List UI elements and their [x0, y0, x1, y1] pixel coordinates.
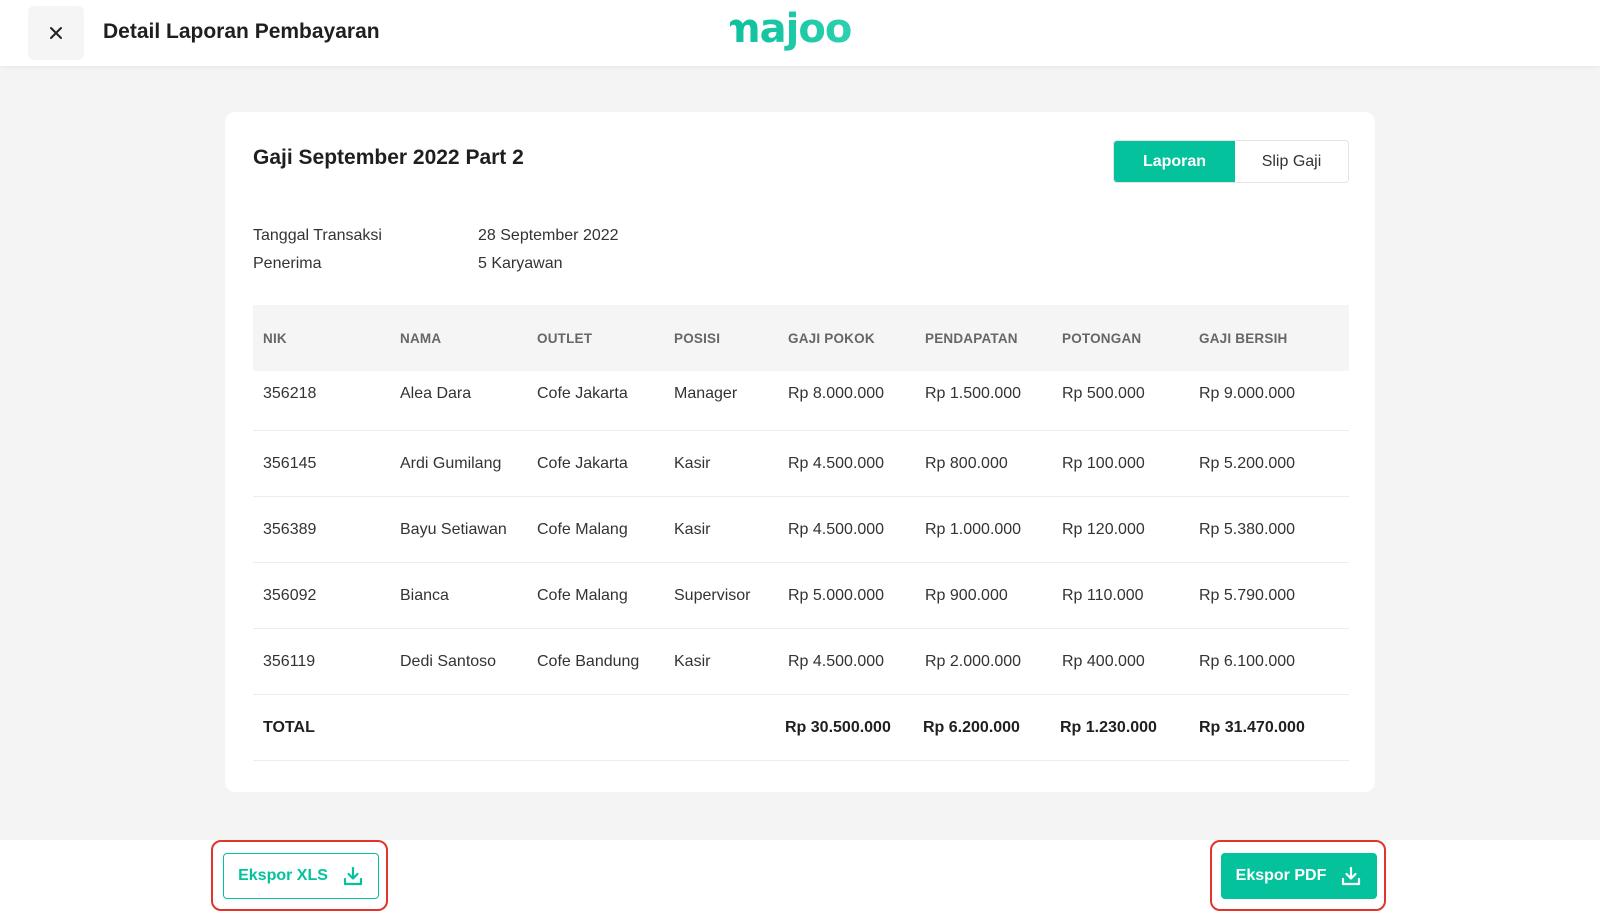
export-xls-button[interactable]: Ekspor XLS: [223, 853, 379, 899]
cell-gaji-bersih: Rp 6.100.000: [1199, 652, 1296, 670]
cell-nik: 356389: [263, 520, 317, 538]
cell-outlet: Cofe Malang: [537, 520, 628, 538]
table-row: 356389 Bayu Setiawan Cofe Malang Kasir R…: [253, 497, 1349, 563]
cell-potongan: Rp 400.000: [1062, 652, 1145, 670]
cell-pendapatan: Rp 1.500.000: [925, 385, 1022, 402]
column-header: GAJI POKOK: [788, 330, 875, 346]
view-toggle: Laporan Slip Gaji: [1113, 140, 1349, 183]
cell-posisi: Kasir: [674, 520, 711, 538]
top-bar: Detail Laporan Pembayaran majoo: [0, 0, 1600, 66]
cell-nik: 356218: [263, 385, 317, 402]
column-header: POTONGAN: [1062, 330, 1142, 346]
cell-potongan: Rp 110.000: [1062, 586, 1144, 604]
cell-nama: Bianca: [400, 586, 449, 604]
cell-nik: 356092: [263, 586, 317, 604]
tab-laporan[interactable]: Laporan: [1114, 141, 1235, 182]
table-total-row: TOTAL Rp 30.500.000 Rp 6.200.000 Rp 1.23…: [253, 695, 1349, 761]
download-icon: [1342, 866, 1361, 886]
cell-gaji-bersih: Rp 5.200.000: [1199, 454, 1296, 472]
cell-nik: 356119: [263, 652, 316, 670]
close-icon: [50, 27, 62, 39]
report-meta: Tanggal Transaksi 28 September 2022 Pene…: [253, 222, 619, 278]
report-card: Gaji September 2022 Part 2 Laporan Slip …: [225, 112, 1375, 792]
close-button[interactable]: [28, 6, 84, 60]
cell-pendapatan: Rp 800.000: [925, 454, 1008, 472]
cell-pendapatan: Rp 2.000.000: [925, 652, 1022, 670]
cell-outlet: Cofe Malang: [537, 586, 628, 604]
cell-nama: Alea Dara: [400, 385, 472, 402]
table-row: 356119 Dedi Santoso Cofe Bandung Kasir R…: [253, 629, 1349, 695]
meta-label-penerima: Penerima: [253, 255, 322, 272]
column-header: NAMA: [400, 330, 442, 346]
cell-pendapatan: Rp 1.000.000: [925, 520, 1022, 538]
cell-outlet: Cofe Jakarta: [537, 454, 628, 472]
column-header: NIK: [263, 330, 287, 346]
cell-pendapatan: Rp 900.000: [925, 586, 1008, 604]
tab-slip-gaji[interactable]: Slip Gaji: [1235, 141, 1348, 182]
cell-outlet: Cofe Jakarta: [537, 385, 628, 402]
export-pdf-button[interactable]: Ekspor PDF: [1221, 853, 1377, 899]
total-potongan: Rp 1.230.000: [1060, 718, 1157, 736]
page-title: Detail Laporan Pembayaran: [103, 20, 380, 43]
cell-posisi: Kasir: [674, 454, 711, 472]
cell-gaji-bersih: Rp 5.790.000: [1199, 586, 1296, 604]
cell-gaji-pokok: Rp 8.000.000: [788, 385, 885, 402]
column-header: GAJI BERSIH: [1199, 330, 1288, 346]
export-pdf-label: Ekspor PDF: [1235, 867, 1327, 884]
cell-posisi: Supervisor: [674, 586, 751, 604]
cell-gaji-pokok: Rp 4.500.000: [788, 454, 885, 472]
cell-nik: 356145: [263, 454, 317, 472]
meta-value-penerima: 5 Karyawan: [478, 255, 563, 272]
cell-potongan: Rp 120.000: [1062, 520, 1145, 538]
majoo-logo: majoo: [730, 6, 852, 52]
cell-outlet: Cofe Bandung: [537, 652, 640, 670]
total-gaji-pokok: Rp 30.500.000: [785, 718, 891, 736]
table-row: 356092 Bianca Cofe Malang Supervisor Rp …: [253, 563, 1349, 629]
export-xls-label: Ekspor XLS: [238, 867, 328, 884]
cell-nama: Bayu Setiawan: [400, 520, 507, 538]
column-header: OUTLET: [537, 330, 593, 346]
cell-potongan: Rp 100.000: [1062, 454, 1145, 472]
column-header: PENDAPATAN: [925, 330, 1018, 346]
cell-gaji-pokok: Rp 5.000.000: [788, 586, 885, 604]
meta-value-tanggal: 28 September 2022: [478, 227, 619, 244]
column-header: POSISI: [674, 330, 721, 346]
total-gaji-bersih: Rp 31.470.000: [1199, 718, 1305, 736]
cell-gaji-pokok: Rp 4.500.000: [788, 520, 885, 538]
table-row: 356218 Alea Dara Cofe Jakarta Manager Rp…: [253, 371, 1349, 431]
cell-posisi: Kasir: [674, 652, 711, 670]
cell-nama: Ardi Gumilang: [400, 454, 502, 472]
total-label: TOTAL: [263, 718, 315, 736]
salary-table: NIK NAMA OUTLET POSISI GAJI POKOK PENDAP…: [253, 305, 1349, 761]
cell-gaji-bersih: Rp 9.000.000: [1199, 385, 1296, 402]
table-row: 356145 Ardi Gumilang Cofe Jakarta Kasir …: [253, 431, 1349, 497]
report-title: Gaji September 2022 Part 2: [253, 146, 524, 169]
cell-potongan: Rp 500.000: [1062, 385, 1145, 402]
meta-label-tanggal: Tanggal Transaksi: [253, 227, 382, 244]
total-pendapatan: Rp 6.200.000: [923, 718, 1020, 736]
download-icon: [343, 866, 363, 886]
cell-posisi: Manager: [674, 385, 738, 402]
cell-nama: Dedi Santoso: [400, 652, 497, 670]
svg-text:majoo: majoo: [730, 6, 851, 52]
cell-gaji-pokok: Rp 4.500.000: [788, 652, 885, 670]
table-header: NIK NAMA OUTLET POSISI GAJI POKOK PENDAP…: [253, 305, 1349, 371]
cell-gaji-bersih: Rp 5.380.000: [1199, 520, 1296, 538]
